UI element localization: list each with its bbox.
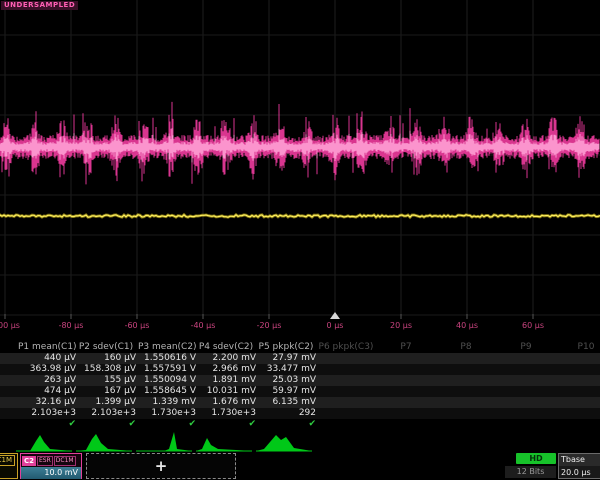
meas-value: 1.730e+3 <box>196 408 256 419</box>
oscilloscope-screen: UNDERSAMPLED -100 µs -80 µs -60 µs -40 µs -2… <box>0 0 600 480</box>
time-axis-label: -100 µs <box>0 321 20 330</box>
meas-value: 292 <box>256 408 316 419</box>
meas-value: 1.558645 V <box>136 386 196 397</box>
add-trace-button[interactable]: + <box>86 453 236 479</box>
meas-value: 59.97 mV <box>256 386 316 397</box>
histicon-p3[interactable] <box>136 431 192 453</box>
meas-value: 1.891 mV <box>196 375 256 386</box>
meas-value: 1.550094 V <box>136 375 196 386</box>
time-axis-label: -80 µs <box>59 321 84 330</box>
meas-status-check-icon: ✔ <box>76 419 136 430</box>
plus-icon: + <box>155 457 168 475</box>
meas-value: 167 µV <box>76 386 136 397</box>
meas-value: 6.135 mV <box>256 397 316 408</box>
meas-value: 363.98 µV <box>16 364 76 375</box>
trace-c2-noise <box>0 102 599 184</box>
resolution-bits-label: 12 Bits <box>505 466 556 478</box>
meas-column-header-p9[interactable]: P9 <box>498 342 554 353</box>
channel-c2-descriptor[interactable]: C2 ESR DC1M 10.0 mV <box>20 453 82 479</box>
meas-value: 2.200 mV <box>196 353 256 364</box>
time-axis-label: -20 µs <box>257 321 282 330</box>
meas-value: 1.550616 V <box>136 353 196 364</box>
trigger-position-icon <box>330 312 340 319</box>
waveform-grid-area <box>0 0 600 340</box>
c2-channel-badge: C2 <box>22 456 36 466</box>
c2-coupling-badge: DC1M <box>54 456 76 466</box>
timebase-descriptor[interactable]: Tbase 20.0 µs <box>558 453 600 479</box>
time-axis-label: -60 µs <box>125 321 150 330</box>
meas-value: 1.676 mV <box>196 397 256 408</box>
meas-value: 1.399 µV <box>76 397 136 408</box>
meas-value: 25.03 mV <box>256 375 316 386</box>
meas-value: 1.557591 V <box>136 364 196 375</box>
hd-mode-badge[interactable]: HD <box>516 453 556 464</box>
meas-value: 474 µV <box>16 386 76 397</box>
meas-column-header-p3[interactable]: P3 mean(C2) <box>138 342 194 353</box>
timebase-scale-value: 20.0 µs <box>559 466 600 478</box>
meas-value: 1.339 mV <box>136 397 196 408</box>
histicon-p2[interactable] <box>76 431 132 453</box>
meas-value: 160 µV <box>76 353 136 364</box>
undersampled-status-label: UNDERSAMPLED <box>1 1 78 10</box>
meas-value: 263 µV <box>16 375 76 386</box>
meas-value: 158.308 µV <box>76 364 136 375</box>
c1-coupling-badge: DC1M <box>0 455 15 466</box>
channel-c1-descriptor[interactable]: DC1M 10.0 mV <box>0 453 18 479</box>
time-axis-label: 40 µs <box>456 321 478 330</box>
meas-column-header-p7[interactable]: P7 <box>378 342 434 353</box>
meas-column-header-p4[interactable]: P4 sdev(C2) <box>198 342 254 353</box>
time-axis-label: -40 µs <box>191 321 216 330</box>
meas-value: 1.730e+3 <box>136 408 196 419</box>
meas-status-check-icon: ✔ <box>136 419 196 430</box>
meas-column-header-p6[interactable]: P6 pkpk(C3) <box>318 342 374 353</box>
meas-status-check-icon: ✔ <box>196 419 256 430</box>
histicon-p5[interactable] <box>256 431 312 453</box>
meas-value: 155 µV <box>76 375 136 386</box>
meas-column-header-p2[interactable]: P2 sdev(C1) <box>78 342 134 353</box>
time-axis-label: 60 µs <box>522 321 544 330</box>
c2-scale-value: 10.0 mV <box>21 467 81 479</box>
meas-column-header-p10[interactable]: P10 <box>558 342 600 353</box>
meas-value: 10.031 mV <box>196 386 256 397</box>
meas-value: 2.103e+3 <box>76 408 136 419</box>
measurement-table: P1 mean(C1) P2 sdev(C1) P3 mean(C2) P4 sdev… <box>0 342 600 430</box>
c2-esr-badge: ESR <box>37 456 53 466</box>
meas-column-header-p1[interactable]: P1 mean(C1) <box>18 342 74 353</box>
trace-c1-flat <box>0 215 600 217</box>
meas-status-check-icon: ✔ <box>16 419 76 430</box>
meas-column-header-p5[interactable]: P5 pkpk(C2) <box>258 342 314 353</box>
histicon-p1[interactable] <box>16 431 72 453</box>
meas-value: 33.477 mV <box>256 364 316 375</box>
time-axis-label: 20 µs <box>390 321 412 330</box>
meas-value: 2.966 mV <box>196 364 256 375</box>
meas-status-check-icon: ✔ <box>256 419 316 430</box>
meas-value: 440 µV <box>16 353 76 364</box>
timebase-label: Tbase <box>559 454 600 466</box>
time-axis-label: 0 µs <box>327 321 344 330</box>
meas-value: 2.103e+3 <box>16 408 76 419</box>
c1-scale-value: 10.0 mV <box>0 466 17 478</box>
meas-column-header-p8[interactable]: P8 <box>438 342 494 353</box>
meas-value: 32.16 µV <box>16 397 76 408</box>
histicon-p4[interactable] <box>196 431 252 453</box>
meas-value: 27.97 mV <box>256 353 316 364</box>
